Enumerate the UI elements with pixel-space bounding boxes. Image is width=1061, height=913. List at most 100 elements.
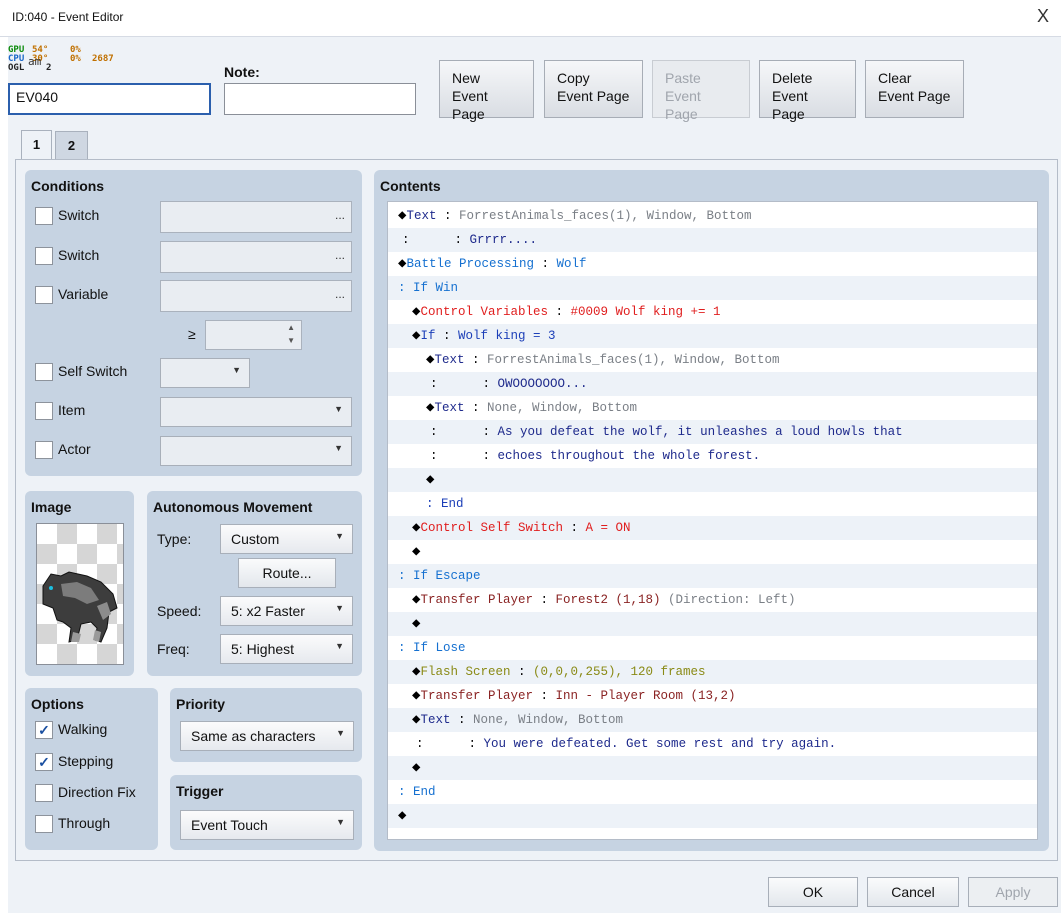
- variable-value-spinner[interactable]: ▲ ▼: [205, 320, 302, 350]
- command-line[interactable]: ◆Flash Screen : (0,0,0,255), 120 frames: [388, 660, 1037, 684]
- priority-value: Same as characters: [191, 728, 316, 744]
- command-args: You were defeated. Get some rest and try…: [483, 737, 837, 751]
- command-args: (0,0,0,255), 120 frames: [532, 665, 706, 679]
- actor-select[interactable]: ▼: [160, 436, 352, 466]
- command-line[interactable]: ◆Control Variables : #0009 Wolf king += …: [388, 300, 1037, 324]
- movement-freq-select[interactable]: 5: Highest ▼: [220, 634, 353, 664]
- command-name: Text: [420, 713, 451, 727]
- cancel-button[interactable]: Cancel: [867, 877, 959, 907]
- command-line[interactable]: ◆Control Self Switch : A = ON: [388, 516, 1037, 540]
- command-line[interactable]: : : You were defeated. Get some rest and…: [388, 732, 1037, 756]
- event-image-preview[interactable]: [36, 523, 124, 665]
- overlay-cpu-load: 0%: [70, 54, 81, 64]
- movement-speed-select[interactable]: 5: x2 Faster ▼: [220, 596, 353, 626]
- freq-label: Freq:: [157, 641, 190, 657]
- tab-page-1[interactable]: 1: [21, 130, 52, 160]
- switch1-checkbox[interactable]: [35, 207, 53, 225]
- overlay-ogl: OGL: [8, 63, 25, 73]
- switch2-checkbox[interactable]: [35, 247, 53, 265]
- new-event-page-button[interactable]: New Event Page: [439, 60, 534, 122]
- diamond-icon: ◆: [398, 808, 407, 824]
- command-args: Grrrr....: [469, 233, 538, 247]
- actor-checkbox[interactable]: [35, 441, 53, 459]
- speed-label: Speed:: [157, 603, 202, 619]
- movement-type-value: Custom: [231, 531, 280, 547]
- priority-title: Priority: [176, 696, 226, 712]
- command-name: Flash Screen: [420, 665, 511, 679]
- through-checkbox[interactable]: [35, 815, 53, 833]
- delete-event-page-button[interactable]: Delete Event Page: [759, 60, 856, 122]
- command-line[interactable]: : If Win: [388, 276, 1037, 300]
- self-switch-select[interactable]: ▼: [160, 358, 250, 388]
- variable-checkbox[interactable]: [35, 286, 53, 304]
- command-line[interactable]: ◆: [388, 756, 1037, 780]
- copy-event-page-line1: Copy: [557, 70, 590, 86]
- event-name-input[interactable]: EV040: [8, 83, 211, 115]
- command-line[interactable]: : : echoes throughout the whole forest.: [388, 444, 1037, 468]
- command-line[interactable]: : : OWOOOOOOO...: [388, 372, 1037, 396]
- command-line[interactable]: : If Escape: [388, 564, 1037, 588]
- spinner-up-icon[interactable]: ▲: [287, 323, 295, 332]
- command-line[interactable]: ◆Transfer Player : Forest2 (1,18) (Direc…: [388, 588, 1037, 612]
- spinner-down-icon[interactable]: ▼: [287, 336, 295, 345]
- switch2-dots: ...: [334, 248, 345, 262]
- clear-event-page-button[interactable]: Clear Event Page: [865, 60, 964, 118]
- paste-event-page-button[interactable]: Paste Event Page: [652, 60, 750, 122]
- trigger-select[interactable]: Event Touch ▼: [180, 810, 354, 840]
- command-line[interactable]: ◆: [388, 468, 1037, 492]
- command-line[interactable]: : End: [388, 780, 1037, 804]
- variable-field[interactable]: ...: [160, 280, 352, 312]
- priority-select[interactable]: Same as characters ▼: [180, 721, 354, 751]
- command-line[interactable]: ◆: [388, 612, 1037, 636]
- command-args: Forest2 (1,18): [555, 593, 661, 607]
- stepping-checkbox[interactable]: ✓: [35, 753, 53, 771]
- tab-page-2[interactable]: 2: [55, 131, 88, 159]
- movement-type-select[interactable]: Custom ▼: [220, 524, 353, 554]
- command-name: If: [420, 329, 436, 343]
- command-line[interactable]: ◆: [388, 540, 1037, 564]
- command-line[interactable]: ◆Text : ForrestAnimals_faces(1), Window,…: [388, 204, 1037, 228]
- apply-button[interactable]: Apply: [968, 877, 1058, 907]
- switch1-field[interactable]: ...: [160, 201, 352, 233]
- command-line[interactable]: : End: [388, 492, 1037, 516]
- clear-event-page-line1: Clear: [878, 70, 912, 86]
- paste-event-page-line2: Event Page: [665, 88, 701, 122]
- event-command-list[interactable]: ◆ Text : ForrestAnimals_faces(1), Window,…: [387, 201, 1038, 840]
- overlay-name-prefix: am: [28, 55, 42, 68]
- command-line[interactable]: ◆If : Wolf king = 3: [388, 324, 1037, 348]
- copy-event-page-button[interactable]: Copy Event Page: [544, 60, 643, 118]
- command-name: Transfer Player: [420, 593, 533, 607]
- switch2-field[interactable]: ...: [160, 241, 352, 273]
- command-args: echoes throughout the whole forest.: [497, 449, 761, 463]
- command-line[interactable]: : : Grrrr....: [388, 228, 1037, 252]
- overlay-mem: 2687: [92, 54, 114, 64]
- close-icon[interactable]: X: [1037, 6, 1049, 27]
- ok-button[interactable]: OK: [768, 877, 858, 907]
- walking-checkbox[interactable]: ✓: [35, 721, 53, 739]
- route-button[interactable]: Route...: [238, 558, 336, 588]
- command-line[interactable]: ◆Text : None, Window, Bottom: [388, 708, 1037, 732]
- note-input[interactable]: [224, 83, 416, 115]
- gte-label: ≥: [188, 326, 196, 342]
- item-label: Item: [58, 402, 86, 418]
- direction-fix-checkbox[interactable]: [35, 784, 53, 802]
- paste-event-page-line1: Paste: [665, 70, 701, 86]
- command-line[interactable]: ◆Text : ForrestAnimals_faces(1), Window,…: [388, 348, 1037, 372]
- item-checkbox[interactable]: [35, 402, 53, 420]
- command-line[interactable]: ◆Transfer Player : Inn - Player Room (13…: [388, 684, 1037, 708]
- self-switch-checkbox[interactable]: [35, 363, 53, 381]
- autonomous-movement-panel: Autonomous Movement Type: Custom ▼ Route…: [147, 491, 362, 676]
- command-args: As you defeat the wolf, it unleashes a l…: [497, 425, 903, 439]
- command-line[interactable]: ◆Text : None, Window, Bottom: [388, 396, 1037, 420]
- item-select[interactable]: ▼: [160, 397, 352, 427]
- command-args: OWOOOOOOO...: [497, 377, 588, 391]
- command-line[interactable]: : : As you defeat the wolf, it unleashes…: [388, 420, 1037, 444]
- command-name: Text: [434, 353, 465, 367]
- switch2-label: Switch: [58, 247, 100, 263]
- command-args: Inn - Player Room (13,2): [555, 689, 736, 703]
- command-line[interactable]: : If Lose: [388, 636, 1037, 660]
- command-line[interactable]: ◆Battle Processing : Wolf: [388, 252, 1037, 276]
- chevron-down-icon: ▼: [232, 365, 241, 375]
- command-line[interactable]: ◆: [388, 804, 1037, 828]
- direction-fix-label: Direction Fix: [58, 784, 136, 800]
